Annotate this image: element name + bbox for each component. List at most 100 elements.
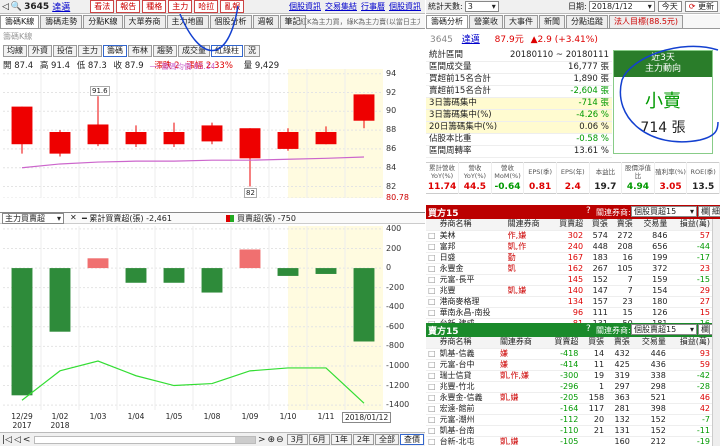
help-icon[interactable]: ? [586, 324, 591, 334]
candle-body[interactable] [49, 131, 71, 154]
tool-9[interactable]: 況 [244, 45, 260, 57]
top-button-3[interactable]: 主力 [168, 0, 193, 13]
right-tab-4[interactable]: 分點追蹤 [566, 15, 608, 28]
row-checkbox[interactable]: □ [426, 230, 438, 242]
next-icon[interactable]: > [258, 435, 266, 445]
period-button-1[interactable]: 6月 [308, 434, 330, 445]
broker-row[interactable]: □ 永豐金凱 162 267 105 372 23 [426, 263, 712, 275]
right-tab-2[interactable]: 大事件 [504, 15, 538, 28]
top-button-5[interactable]: 亂報 [220, 0, 245, 13]
left-tab-1[interactable]: 籌碼走勢 [40, 15, 83, 28]
row-checkbox[interactable]: □ [426, 403, 438, 415]
buy-select[interactable]: 個股買超15 ▾ [631, 206, 697, 217]
row-checkbox[interactable]: □ [426, 370, 438, 382]
net-bar[interactable] [315, 268, 337, 274]
help-icon[interactable]: ? [586, 206, 591, 216]
back-icon[interactable]: ◁ [2, 2, 9, 12]
tool-0[interactable]: 均線 [3, 45, 27, 57]
date-input[interactable]: 2018/1/12 ▾ [588, 1, 655, 12]
broker-row[interactable]: □ 元富-潮州 -112 20 132 152 -7 [426, 414, 712, 426]
stock-name-label[interactable]: 達邁 [52, 0, 70, 13]
tool-7[interactable]: 成交量 [178, 45, 210, 57]
candlestick-chart[interactable] [3, 69, 383, 198]
broker-row[interactable]: □ 日盛勤 167 183 16 199 -17 [426, 252, 712, 264]
row-checkbox[interactable]: □ [426, 436, 438, 446]
row-checkbox[interactable]: □ [426, 348, 438, 360]
broker-row[interactable]: □ 凱基-台南 -110 21 131 152 -11 [426, 425, 712, 437]
step-icon[interactable]: < [23, 435, 31, 445]
candle-body[interactable] [11, 106, 33, 145]
row-checkbox[interactable]: □ [426, 392, 438, 404]
close-icon[interactable]: ✕ [70, 213, 77, 222]
net-bar[interactable] [87, 258, 109, 269]
net-bar[interactable] [201, 268, 223, 293]
zoom-out-icon[interactable]: ⊖ [276, 435, 284, 445]
left-tab-2[interactable]: 分點K線 [83, 15, 123, 28]
net-bar[interactable] [163, 268, 185, 283]
top-link-2[interactable]: 行事曆 [361, 2, 385, 11]
refresh-button[interactable]: ⟳ 更新 [684, 1, 718, 12]
tool-3[interactable]: 主力 [78, 45, 102, 57]
broker-row[interactable]: □ 凱基-信義嫌 -418 14 432 446 93 [426, 348, 712, 360]
broker-row[interactable]: □ 華南永昌-南投 96 111 15 126 15 [426, 307, 712, 319]
row-checkbox[interactable]: □ [426, 241, 438, 253]
net-bar[interactable] [239, 249, 261, 269]
broker-row[interactable]: □ 台新-北屯 凱,嫌 -105 160 212 -19 [426, 436, 712, 446]
left-tab-4[interactable]: 主力地圖 [166, 15, 209, 28]
first-icon[interactable]: ◁ [14, 435, 21, 445]
period-button-5[interactable]: 查價 [400, 434, 424, 445]
row-checkbox[interactable]: □ [426, 359, 438, 371]
broker-row[interactable]: □ 兆豐 凱,嫌 140 147 7 154 29 [426, 285, 712, 297]
broker-row[interactable]: □ 港商麥格理 134 157 23 180 27 [426, 296, 712, 308]
candle-body[interactable] [277, 131, 299, 149]
tool-4[interactable]: 籌碼 [103, 45, 127, 57]
row-checkbox[interactable]: □ [426, 285, 438, 297]
tool-1[interactable]: 外資 [28, 45, 52, 57]
quote-name[interactable]: 達邁 [462, 35, 480, 45]
period-button-0[interactable]: 3月 [286, 434, 308, 445]
sell-select[interactable]: 個股賣超15 ▾ [631, 324, 697, 335]
row-checkbox[interactable]: □ [426, 381, 438, 393]
scrollbar[interactable] [34, 435, 256, 444]
net-bar[interactable] [353, 268, 375, 342]
row-checkbox[interactable]: □ [426, 252, 438, 264]
right-tab-1[interactable]: 營業收 [469, 15, 503, 28]
broker-row[interactable]: □ 元富-長平 145 152 7 159 -15 [426, 274, 712, 286]
candle-body[interactable] [163, 131, 185, 145]
magnifier-icon[interactable]: 🔍 [11, 2, 22, 12]
left-tab-5[interactable]: 個股分析 [209, 15, 252, 28]
row-checkbox[interactable]: □ [426, 296, 438, 308]
left-tab-0[interactable]: 籌碼K線 [0, 15, 40, 28]
broker-row[interactable]: □ 宏遠-館前 -164 117 281 398 42 [426, 403, 712, 415]
row-checkbox[interactable]: □ [426, 414, 438, 426]
tool-6[interactable]: 趨勢 [153, 45, 177, 57]
zoom-in-icon[interactable]: ⊕ [268, 435, 276, 445]
broker-row[interactable]: □ 富邦 凱,作 240 448 208 656 -44 [426, 241, 712, 253]
row-checkbox[interactable]: □ [426, 263, 438, 275]
top-link-3[interactable]: 個股資訊 [389, 2, 421, 11]
top-button-0[interactable]: 看法 [90, 0, 115, 13]
candle-body[interactable] [353, 94, 375, 121]
candle-body[interactable] [87, 124, 109, 145]
broker-row[interactable]: □ 永豐金-信義 凱,嫌 -205 158 363 521 46 [426, 392, 712, 404]
left-tab-3[interactable]: 大單券商 [123, 15, 166, 28]
net-bar[interactable] [125, 268, 147, 283]
indicator-select[interactable]: 主力買賣超 ▾ [2, 213, 64, 224]
right-tab-0[interactable]: 籌碼分析 [426, 15, 468, 28]
top-button-2[interactable]: 種格 [142, 0, 167, 13]
period-button-3[interactable]: 2年 [352, 434, 374, 445]
candle-body[interactable] [239, 128, 261, 159]
top-link-0[interactable]: 個股資訊 [289, 2, 321, 11]
period-button-2[interactable]: 1年 [330, 434, 352, 445]
net-bar[interactable] [49, 268, 71, 332]
row-checkbox[interactable]: □ [426, 307, 438, 319]
scroll-thumb[interactable] [234, 436, 255, 443]
period-button-4[interactable]: 全部 [375, 434, 399, 445]
top-button-4[interactable]: 哈拉 [194, 0, 219, 13]
right-scrollbar[interactable] [712, 219, 720, 446]
net-bar[interactable] [277, 268, 299, 276]
top-link-1[interactable]: 交易集結 [325, 2, 357, 11]
row-checkbox[interactable]: □ [426, 274, 438, 286]
right-tab-5[interactable]: 法人目標(88.5元) [609, 15, 684, 28]
row-checkbox[interactable]: □ [426, 425, 438, 437]
